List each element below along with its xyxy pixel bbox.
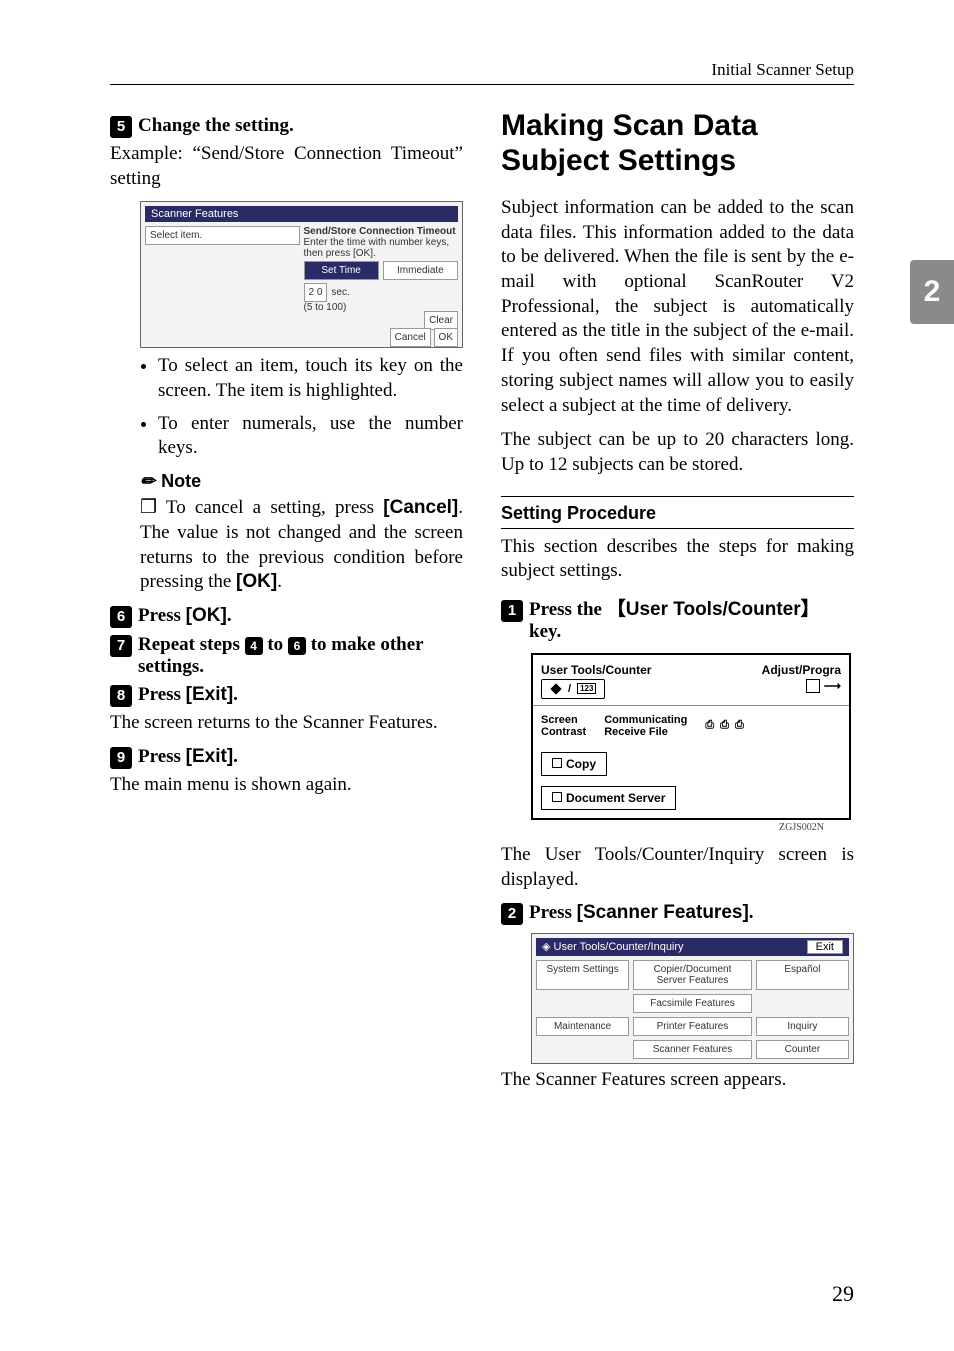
step-6-number: 6 [110,606,132,628]
maintenance-button[interactable]: Maintenance [536,1017,629,1036]
step-9: 9 Press [Exit]. [110,746,463,769]
left-column: 5 Change the setting. Example: “Send/Sto… [110,109,463,1103]
receive-file-label: Receive File [604,726,687,738]
ok-key: [OK] [236,571,277,592]
step-7-text: Repeat steps 4 to 6 to make other settin… [138,634,463,678]
ref-step-6: 6 [288,637,306,655]
step-8-number: 8 [110,685,132,707]
adjust-program-label: Adjust/Progra [762,663,841,677]
note-item: To cancel a setting, press [Cancel]. The… [140,496,463,595]
system-settings-button[interactable]: System Settings [536,960,629,990]
fax-features-button[interactable]: Facsimile Features [633,994,752,1013]
espanol-button[interactable]: Español [756,960,849,990]
user-tools-screenshot: ◈ User Tools/Counter/Inquiry Exit System… [531,933,854,1064]
user-tools-counter-key: 【User Tools/Counter】 [607,599,820,620]
inquiry-button[interactable]: Inquiry [756,1017,849,1036]
bullet-list: To select an item, touch its key on the … [140,354,463,461]
running-head: Initial Scanner Setup [110,60,854,80]
sub-heading: Setting Procedure [501,503,854,524]
counter-button[interactable]: Counter [756,1040,849,1059]
tray-icon: ⎙ [705,719,714,732]
bullet-1: To select an item, touch its key on the … [158,354,463,403]
copier-features-button[interactable]: Copier/Document Server Features [633,960,752,990]
step-2-number: 2 [501,903,523,925]
note-label: Note [161,471,201,492]
ref-step-4: 4 [245,637,263,655]
page-number: 29 [832,1281,854,1307]
contrast-label: Contrast [541,726,586,738]
set-time-button[interactable]: Set Time [304,261,379,280]
communicating-label: Communicating [604,714,687,726]
step-1: 1 Press the 【User Tools/Counter】 key. [501,594,854,643]
arc-icon: ⟶ [824,679,841,693]
immediate-button[interactable]: Immediate [383,261,458,280]
note-icon: ✏ [140,471,155,492]
step-7-number: 7 [110,635,132,657]
right-column: Making Scan Data Subject Settings Subjec… [501,109,854,1103]
diamond-icon [550,683,562,695]
dialog-title: Send/Store Connection Timeout [304,226,459,237]
screen-label: Screen [541,714,586,726]
step-2-text: Press [Scanner Features]. [529,902,754,924]
ut-title: ◈ User Tools/Counter/Inquiry [542,940,684,954]
unit-label: sec. [331,287,349,298]
scanner-features-button[interactable]: Scanner Features [633,1040,752,1059]
ok-button[interactable]: OK [434,328,458,347]
exit-button[interactable]: Exit [807,940,843,954]
control-panel-illustration: User Tools/Counter /123 Adjust/Progra ⟶ [531,653,851,820]
intro-para-1: Subject information can be added to the … [501,196,854,418]
step-6-text: Press [OK]. [138,605,232,627]
copy-button[interactable]: Copy [541,752,607,776]
intro-para-2: The subject can be up to 20 characters l… [501,428,854,477]
dialog-hint: Enter the time with number keys, then pr… [304,237,459,259]
head-rule [110,84,854,85]
bullet-2: To enter numerals, use the number keys. [158,412,463,461]
after-step-1: The User Tools/Counter/Inquiry screen is… [501,843,854,892]
user-tools-counter-button[interactable]: /123 [541,679,605,699]
step-5-number: 5 [110,116,132,138]
step-8-text: Press [Exit]. [138,684,238,706]
timeout-dialog-screenshot: Scanner Features Select item. Send/Store… [140,201,463,348]
step-2: 2 Press [Scanner Features]. [501,902,854,925]
rect-icon [806,679,820,693]
illustration-caption: ZGJS002N [501,822,824,833]
step-7: 7 Repeat steps 4 to 6 to make other sett… [110,634,463,678]
tray-icon-3: ⎙ [735,719,744,732]
step-5-text: Change the setting. [138,115,294,137]
panel-ut-label: User Tools/Counter [541,663,651,677]
after-step-2: The Scanner Features screen appears. [501,1068,854,1093]
cancel-button[interactable]: Cancel [390,328,431,347]
after-step-9: The main menu is shown again. [110,773,463,798]
scanner-features-title: Scanner Features [151,208,238,220]
chapter-tab: 2 [910,260,954,324]
sub-rule-top [501,496,854,497]
scanner-features-key: [Scanner Features] [577,902,749,923]
sub-rule-bottom [501,528,854,529]
step-9-number: 9 [110,747,132,769]
document-server-button[interactable]: Document Server [541,786,676,810]
note-heading: ✏ Note [140,471,463,492]
example-intro: Example: “Send/Store Connection Timeout”… [110,142,463,191]
tray-icon-2: ⎙ [720,719,729,732]
timeout-value: 2 0 [304,283,328,302]
cancel-key: [Cancel] [383,497,458,518]
step-1-number: 1 [501,600,523,622]
after-step-8: The screen returns to the Scanner Featur… [110,711,463,736]
step-8: 8 Press [Exit]. [110,684,463,707]
printer-features-button[interactable]: Printer Features [633,1017,752,1036]
sub-intro: This section describes the steps for mak… [501,535,854,584]
step-1-text: Press the 【User Tools/Counter】 key. [529,594,854,643]
step-5: 5 Change the setting. [110,115,463,138]
step-6: 6 Press [OK]. [110,605,463,628]
section-heading: Making Scan Data Subject Settings [501,109,854,178]
step-9-text: Press [Exit]. [138,746,238,768]
